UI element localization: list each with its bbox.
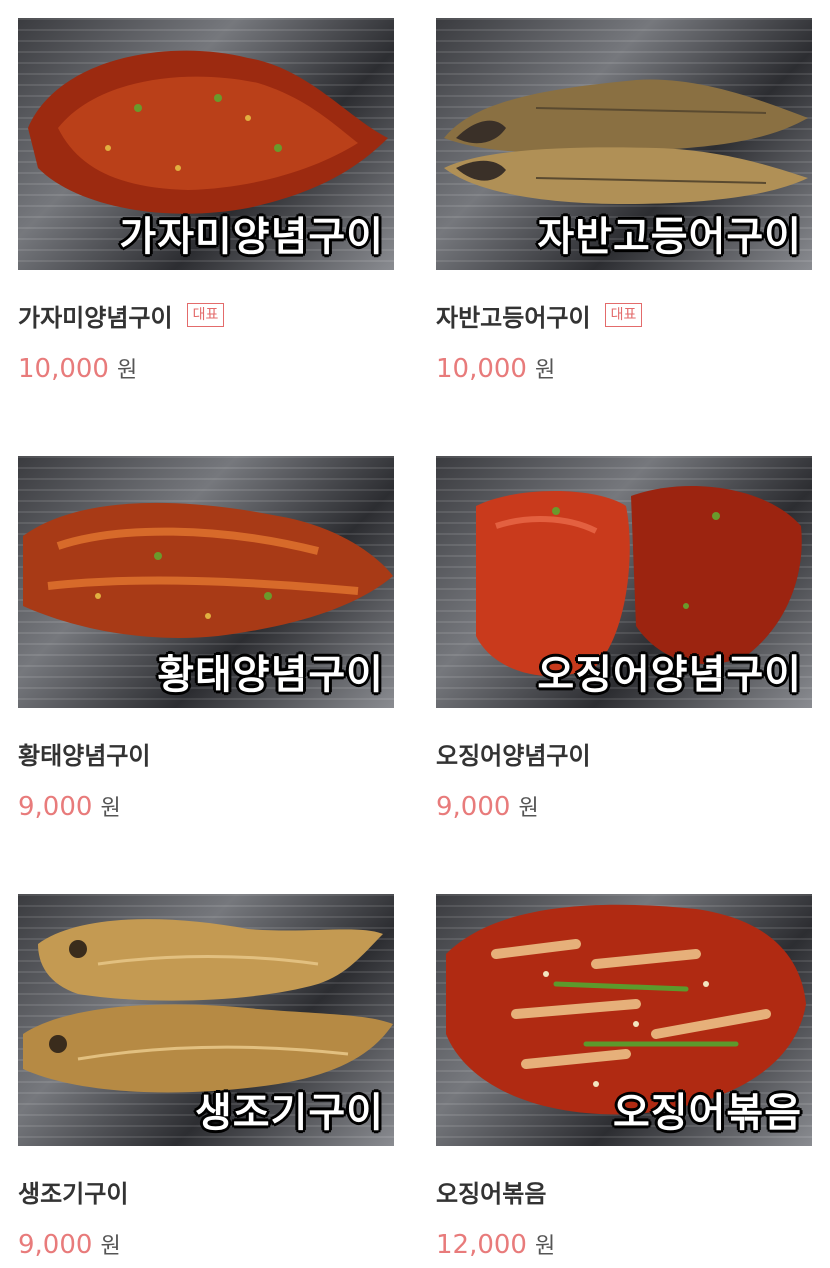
menu-item-price: 10,000 [436,354,527,384]
menu-item-card[interactable]: 자반고등어구이 자반고등어구이 대표 10,000 원 [436,18,812,384]
menu-item-price: 9,000 [18,792,93,822]
menu-item-name[interactable]: 자반고등어구이 [436,298,591,333]
menu-item-photo[interactable]: 오징어양념구이 [436,456,812,708]
price-unit: 원 [518,796,539,821]
menu-item-card[interactable]: 오징어볶음 오징어볶음 12,000 원 [436,894,812,1260]
menu-item-card[interactable]: 오징어양념구이 오징어양념구이 9,000 원 [436,456,812,822]
price-unit: 원 [534,1234,556,1259]
photo-caption: 생조기구이 [195,1090,384,1136]
photo-caption: 가자미양념구이 [119,214,384,260]
signature-badge: 대표 [186,303,225,327]
menu-item-card[interactable]: 가자미양념구이 가자미양념구이 대표 10,000 원 [18,18,394,384]
menu-item-name[interactable]: 오징어볶음 [436,1174,546,1209]
price-unit: 원 [534,358,556,383]
signature-badge: 대표 [604,303,643,327]
menu-item-name[interactable]: 오징어양념구이 [436,736,591,771]
menu-item-photo[interactable]: 가자미양념구이 [18,18,394,270]
photo-caption: 오징어양념구이 [537,652,802,698]
photo-caption: 오징어볶음 [613,1090,802,1136]
photo-caption: 자반고등어구이 [537,214,802,260]
menu-item-name[interactable]: 가자미양념구이 [18,298,173,333]
price-unit: 원 [100,796,121,821]
menu-item-card[interactable]: 황태양념구이 황태양념구이 9,000 원 [18,456,394,822]
menu-item-photo[interactable]: 자반고등어구이 [436,18,812,270]
menu-item-name[interactable]: 황태양념구이 [18,736,150,771]
photo-caption: 황태양념구이 [157,652,384,698]
price-unit: 원 [116,358,138,383]
menu-item-photo[interactable]: 생조기구이 [18,894,394,1146]
menu-item-price: 10,000 [18,354,109,384]
menu-item-price: 12,000 [436,1230,527,1260]
price-unit: 원 [100,1234,121,1259]
menu-item-name[interactable]: 생조기구이 [18,1174,128,1209]
menu-item-photo[interactable]: 황태양념구이 [18,456,394,708]
menu-item-price: 9,000 [436,792,511,822]
menu-item-photo[interactable]: 오징어볶음 [436,894,812,1146]
menu-item-price: 9,000 [18,1230,93,1260]
menu-grid: 가자미양념구이 가자미양념구이 대표 10,000 원 자반고등어구이 자반고등… [0,0,830,1268]
menu-item-card[interactable]: 생조기구이 생조기구이 9,000 원 [18,894,394,1260]
